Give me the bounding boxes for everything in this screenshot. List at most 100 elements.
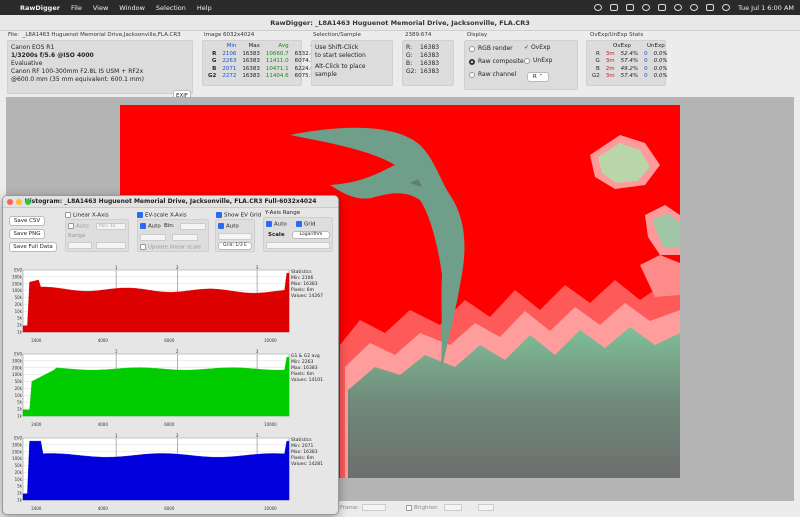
x-tick-label: 2400 (31, 338, 42, 343)
save-csv-button[interactable]: Save CSV (9, 216, 45, 226)
range-min-field[interactable] (68, 242, 92, 249)
brighten-checkbox[interactable] (406, 505, 412, 511)
histogram-panel-blue: EV0 300k 200k 100k 50k 20k 10k 5k 2k 1k 1 2 3 2400 400… (7, 432, 333, 512)
linear-auto-checkbox[interactable]: Auto (68, 223, 89, 230)
menu-app-name[interactable]: RawDigger (20, 4, 60, 12)
info-panel: File: _L8A1463 Huguenot Memorial Drive,J… (0, 31, 800, 101)
stats-header-avg: Avg (278, 43, 289, 49)
stats-header-min: Min (226, 43, 237, 49)
ev-tick-label: 2 (176, 349, 179, 354)
ev-tick-label: 2 (176, 265, 179, 270)
radio-rgb-render[interactable]: RGB render (469, 42, 573, 55)
ovexp-checkbox[interactable]: ✓ OvExp (524, 41, 552, 54)
minimize-icon[interactable] (16, 199, 22, 205)
selection-hint-4: sample (315, 71, 337, 78)
y-tick-label: 100k (12, 456, 23, 461)
status-cast-icon[interactable] (610, 4, 618, 11)
stats-row-g2: G2 2272 16383 11404.6 6075.9 (208, 73, 314, 79)
battery-icon[interactable] (658, 4, 666, 11)
x-tick-label: 6000 (164, 422, 175, 427)
sample-coords: 2389:674 (405, 32, 432, 38)
status-eye-icon[interactable] (594, 4, 602, 11)
scale-select[interactable]: Logarithm (292, 231, 330, 239)
save-full-data-button[interactable]: Save Full Data (9, 242, 57, 252)
ev-tick-label: 3 (256, 265, 259, 270)
histogram-panel-green: EV0 300k 200k 100k 50k 20k 10k 5k 2k 1k 1 2 3 2400 400… (7, 348, 333, 428)
radio-raw-channel[interactable]: Raw channel (469, 68, 573, 81)
range-max-field[interactable] (96, 242, 126, 249)
lens-info: Canon RF 100-300mm F2.8L IS USM + RF2x (11, 68, 144, 75)
metering-mode: Evaluative (11, 60, 43, 67)
y-axis-group: Auto Grid Scale Logarithm (263, 217, 333, 252)
y-tick-label: 10k (15, 393, 23, 398)
wifi-icon[interactable] (674, 4, 682, 11)
zoom-icon[interactable] (25, 199, 31, 205)
y-tick-label: EV0 (14, 436, 22, 441)
ovexp-row-b: B 2m 49.2% 0 0.0% (595, 65, 668, 72)
bin-field[interactable] (180, 223, 206, 230)
x-tick-label: 10000 (264, 338, 277, 343)
brighten-label: Brighten (414, 505, 438, 511)
linear-x-checkbox[interactable]: Linear X-Axis (65, 212, 109, 219)
ev-max-field[interactable] (172, 234, 198, 241)
y-tick-label: 1k (17, 330, 23, 335)
channel-select[interactable]: R ⌃ (527, 72, 549, 82)
ev-scale-checkbox[interactable]: EV-scale X-Axis (137, 212, 187, 219)
status-timer-icon[interactable] (642, 4, 650, 11)
y-tick-label: 50k (15, 295, 23, 300)
update-linear-checkbox[interactable]: Update linear scale (140, 244, 201, 251)
grid-value-field[interactable] (218, 233, 252, 240)
selection-hint-3: Alt-Click to place (315, 63, 366, 70)
unexp-checkbox[interactable]: UnExp (524, 54, 552, 67)
close-icon[interactable] (7, 199, 13, 205)
y-tick-label: 5k (17, 484, 23, 489)
x-tick-label: 6000 (164, 338, 175, 343)
brighten-apply[interactable] (478, 504, 494, 511)
ovexp-row-g: G 3m 57.4% 0 0.0% (595, 58, 668, 64)
search-icon[interactable] (690, 4, 698, 11)
display-box: RGB render Raw composite Raw channel (464, 40, 578, 90)
y-tick-label: 100k (12, 288, 23, 293)
camera-model: Canon EOS R1 (11, 44, 55, 51)
frame-field[interactable] (362, 504, 386, 511)
save-png-button[interactable]: Save PNG (9, 229, 45, 239)
chevron-updown-icon: ⌃ (538, 74, 544, 80)
y-tick-label: 300k (12, 274, 23, 279)
radio-raw-composite[interactable]: Raw composite (469, 55, 573, 68)
y-tick-label: 200k (12, 449, 23, 454)
ev-min-field[interactable] (140, 234, 166, 241)
x-tick-label: 10000 (264, 506, 277, 511)
siri-icon[interactable] (722, 4, 730, 11)
menu-help[interactable]: Help (197, 4, 212, 12)
brighten-field[interactable] (444, 504, 462, 511)
ovexp-stats-table: OvExp UnExp R 3m 52.4% 0 0.0% G 3m 57.4%… (589, 43, 671, 81)
file-info-box: Canon EOS R1 1/3200s f/5.6 @ISO 4000 Eva… (7, 40, 193, 94)
histogram-titlebar[interactable]: Histogram: _L8A1463 Huguenot Memorial Dr… (3, 196, 338, 208)
grid-auto-checkbox[interactable]: Auto (218, 223, 239, 230)
menu-selection[interactable]: Selection (156, 4, 186, 12)
focal-length: @600.0 mm (35 mm equivalent: 600.1 mm) (11, 76, 144, 83)
menu-window[interactable]: Window (119, 4, 145, 12)
linear-min-field[interactable]: Min: 10 (96, 223, 126, 230)
ev-tick-label: 1 (115, 433, 118, 438)
stats-row-b: B 2071 16383 10471.1 6224.0 (212, 65, 314, 72)
y-range-field[interactable] (266, 242, 330, 249)
y-auto-checkbox[interactable]: Auto (266, 221, 287, 228)
x-tick-label: 4000 (98, 506, 109, 511)
y-grid-checkbox[interactable]: Grid (296, 221, 316, 228)
display-label: Display (467, 32, 488, 38)
menu-file[interactable]: File (71, 4, 82, 12)
frame-label: Frame: (340, 505, 359, 511)
menu-view[interactable]: View (93, 4, 108, 12)
selection-label: Selection/Sample (313, 32, 361, 38)
control-center-icon[interactable] (706, 4, 714, 11)
menu-clock[interactable]: Tue Jul 1 6:00 AM (738, 4, 794, 12)
ovexp-stats-box: OvExp UnExp R 3m 52.4% 0 0.0% G 3m 57.4%… (586, 40, 668, 86)
bin-label: Bin: (164, 223, 175, 229)
show-ev-grid-checkbox[interactable]: Show EV Grid (216, 212, 261, 219)
sample-row-r: R: 16383 (406, 44, 440, 51)
status-calendar-icon[interactable] (626, 4, 634, 11)
ovexp-row-g2: G2 3m 57.4% 0 0.0% (592, 73, 668, 79)
ev-auto-checkbox[interactable]: Auto (140, 223, 161, 230)
grid-step-select[interactable]: Grid: 1/3 E (218, 242, 252, 250)
